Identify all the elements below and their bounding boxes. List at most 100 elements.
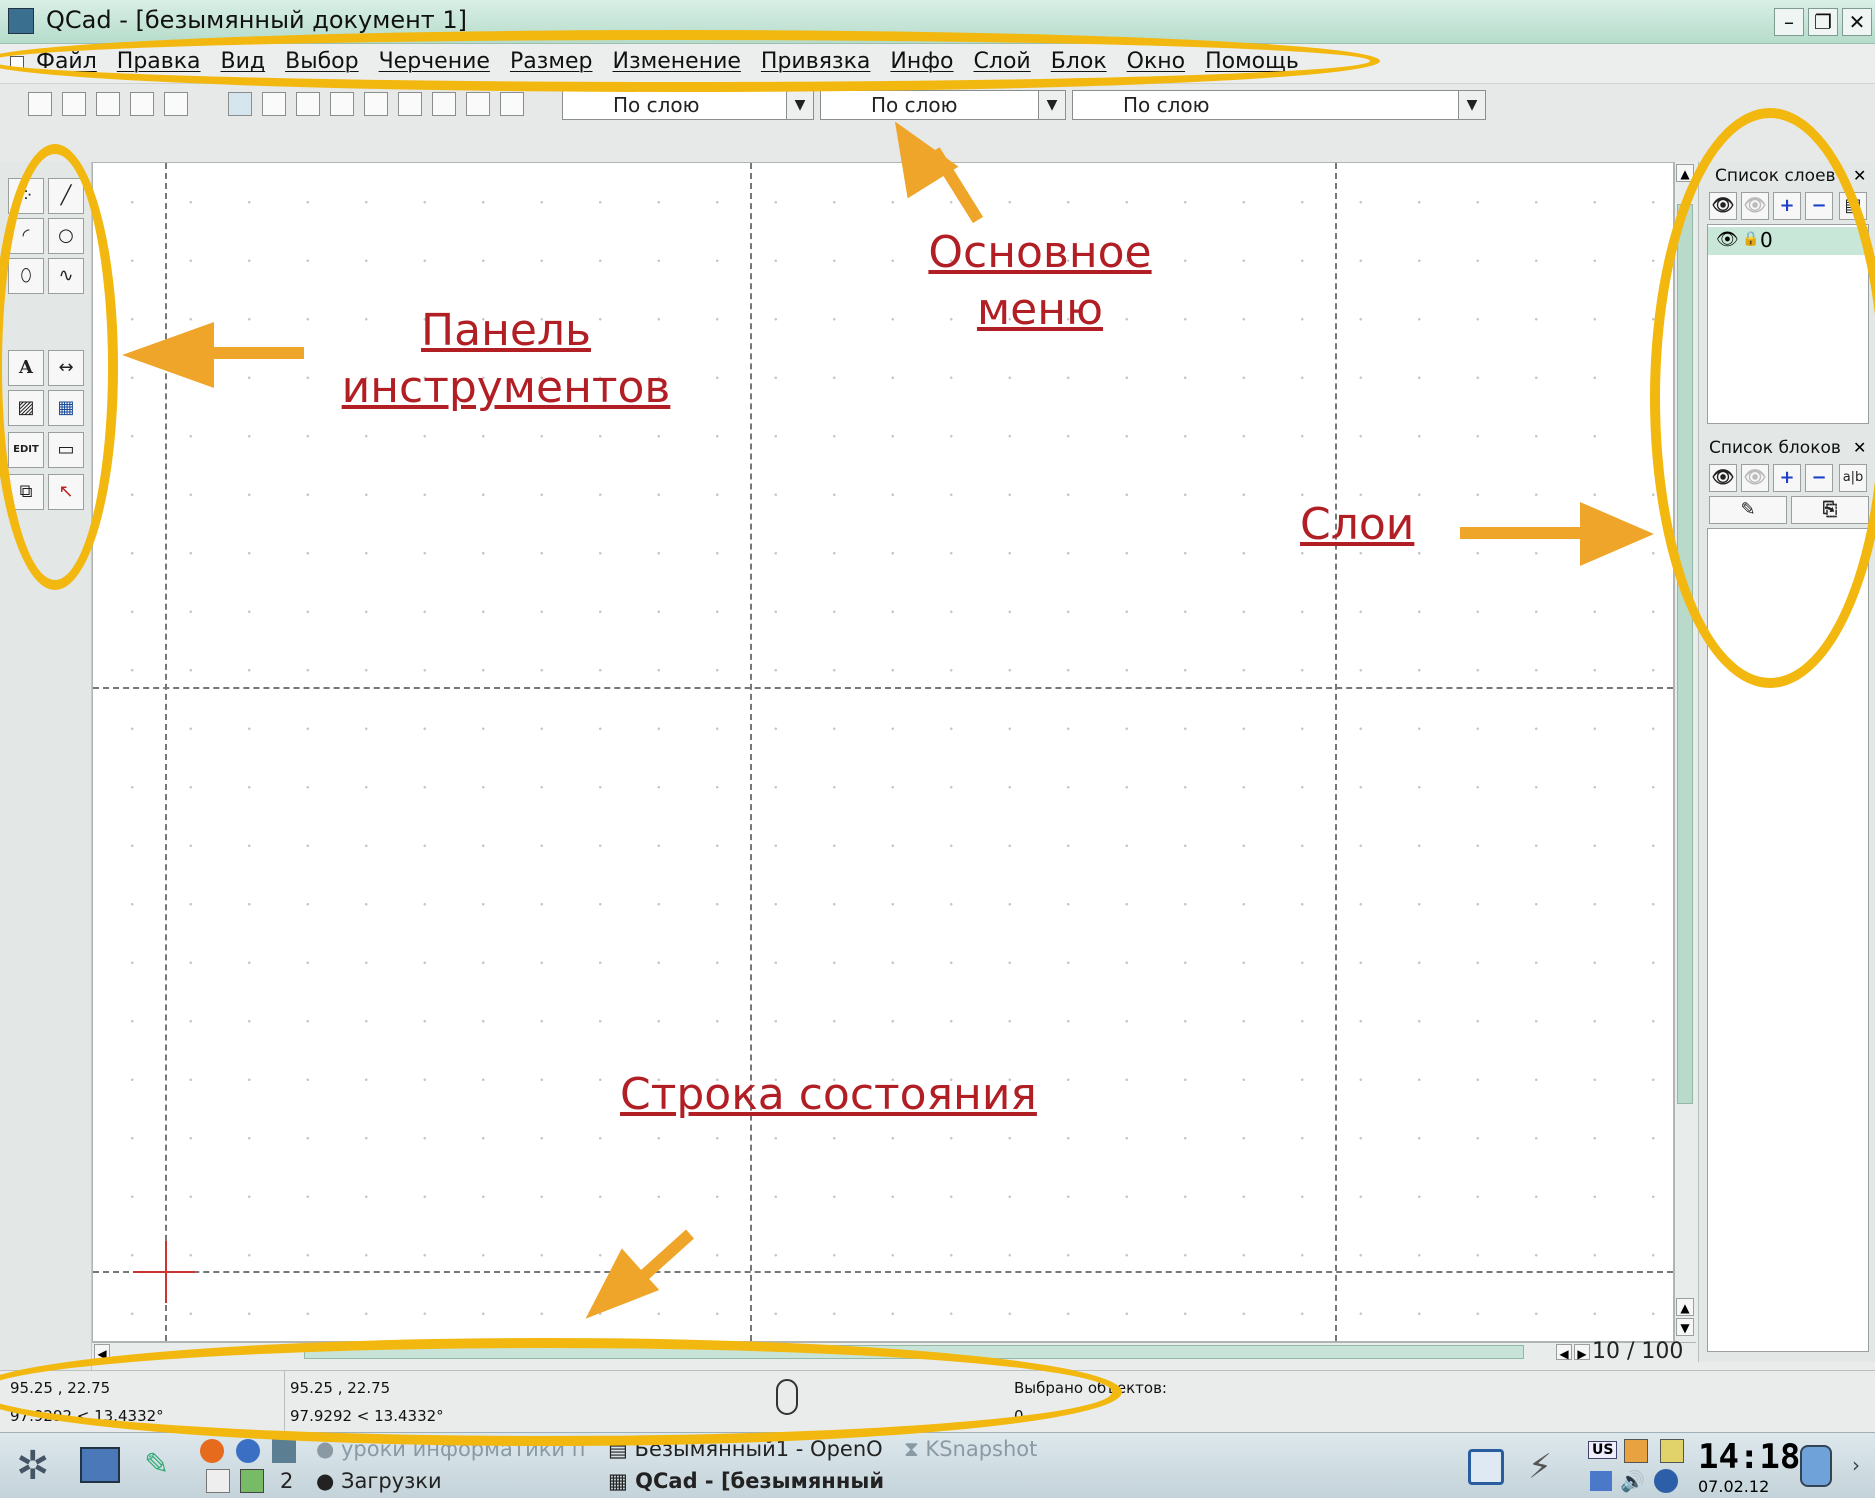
menu-file[interactable]: Файл — [36, 49, 97, 74]
edit-block-icon[interactable]: ✎ — [1709, 496, 1787, 524]
vertical-scrollbar[interactable]: ▲ ▲ ▼ — [1674, 162, 1696, 1342]
browser-icon[interactable] — [236, 1439, 260, 1463]
edit-tool-icon[interactable]: EDIT — [8, 432, 44, 468]
save-file-icon[interactable] — [96, 92, 120, 116]
zoom-in-icon[interactable] — [330, 92, 354, 116]
text-tool-icon[interactable]: A — [8, 350, 44, 386]
pager-icon[interactable] — [240, 1469, 264, 1493]
edit-layer-icon[interactable]: ▤ — [1839, 192, 1867, 220]
lock-icon[interactable]: 🔒 — [1742, 231, 1759, 247]
menu-view[interactable]: Вид — [221, 49, 266, 74]
desktop-number[interactable]: 2 — [280, 1469, 293, 1493]
print-preview-icon[interactable] — [164, 92, 188, 116]
firefox-icon[interactable] — [200, 1439, 224, 1463]
new-file-icon[interactable] — [28, 92, 52, 116]
close-button[interactable]: ✕ — [1842, 8, 1872, 36]
scroll-down-icon[interactable]: ▼ — [1676, 1318, 1694, 1336]
close-icon[interactable]: ✕ — [1853, 438, 1866, 457]
line-tool-icon[interactable]: ╱ — [48, 178, 84, 214]
hatch-tool-icon[interactable]: ▨ — [8, 390, 44, 426]
restore-button[interactable]: ❐ — [1808, 8, 1838, 36]
open-file-icon[interactable] — [62, 92, 86, 116]
draft-mode-icon[interactable] — [262, 92, 286, 116]
zoom-out-icon[interactable] — [364, 92, 388, 116]
line-type-select[interactable]: По слою ▼ — [1072, 90, 1486, 120]
update-icon[interactable] — [1654, 1469, 1678, 1493]
horizontal-scrollbar[interactable]: ◀ ◀ ▶ 10 / 100 — [92, 1339, 1696, 1364]
zoom-pan-icon[interactable] — [500, 92, 524, 116]
close-icon[interactable]: ✕ — [1853, 166, 1866, 185]
measure-tool-icon[interactable]: ▭ — [48, 432, 84, 468]
taskbar-item-qcad[interactable]: ▦ QCad - [безымянный — [608, 1469, 898, 1493]
menu-window[interactable]: Окно — [1127, 49, 1185, 74]
remove-layer-icon[interactable]: − — [1805, 192, 1833, 220]
menu-info[interactable]: Инфо — [890, 49, 953, 74]
chevron-right-icon[interactable]: › — [1852, 1453, 1860, 1477]
horizontal-scroll-thumb[interactable] — [304, 1345, 1524, 1359]
edit-icon[interactable]: ✎ — [144, 1447, 169, 1482]
menu-snap[interactable]: Привязка — [761, 49, 870, 74]
taskbar-item-openoffice[interactable]: ▤ Безымянный1 - OpenO — [608, 1437, 898, 1461]
hide-all-blocks-icon[interactable]: 👁 — [1741, 464, 1769, 492]
remove-block-icon[interactable]: − — [1805, 464, 1833, 492]
computer-icon[interactable] — [80, 1447, 120, 1483]
menu-help[interactable]: Помощь — [1205, 49, 1299, 74]
menu-draw[interactable]: Черчение — [379, 49, 490, 74]
insert-block-icon[interactable]: ⎘ — [1791, 496, 1869, 524]
taskbar-item-browser[interactable]: ● уроки информатики п — [316, 1437, 602, 1461]
select-tool-icon[interactable]: ↖ — [48, 474, 84, 510]
kde-menu-icon[interactable]: ✲ — [16, 1443, 50, 1489]
pen-color-select[interactable]: По слою ▼ — [562, 90, 814, 120]
print-icon[interactable] — [130, 92, 154, 116]
show-all-layers-icon[interactable]: 👁 — [1709, 192, 1737, 220]
taskbar-item-ksnapshot[interactable]: ⧗ KSnapshot — [904, 1437, 1037, 1462]
trash-icon[interactable] — [1800, 1445, 1832, 1487]
volume-icon[interactable]: 🔊 — [1620, 1469, 1645, 1493]
grid-toggle-icon[interactable] — [228, 92, 252, 116]
notes-tray-icon[interactable] — [1660, 1439, 1684, 1463]
scroll-left-icon[interactable]: ◀ — [94, 1344, 110, 1361]
spline-tool-icon[interactable]: ∿ — [48, 258, 84, 294]
arc-tool-icon[interactable]: ◜ — [8, 218, 44, 254]
menu-block[interactable]: Блок — [1051, 49, 1107, 74]
image-tool-icon[interactable]: ▦ — [48, 390, 84, 426]
circle-tool-icon[interactable]: ○ — [48, 218, 84, 254]
show-all-blocks-icon[interactable]: 👁 — [1709, 464, 1737, 492]
scroll-up-icon[interactable]: ▲ — [1676, 164, 1694, 182]
line-width-select[interactable]: По слою ▼ — [820, 90, 1066, 120]
qcad-app-icon[interactable] — [8, 8, 34, 34]
block-tool-icon[interactable]: ⧉ — [8, 474, 44, 510]
menu-select[interactable]: Выбор — [285, 49, 358, 74]
qcad-icon[interactable] — [272, 1439, 296, 1463]
keyboard-layout-icon[interactable]: US — [1588, 1441, 1618, 1459]
rename-block-icon[interactable]: a|b — [1839, 464, 1867, 492]
scroll-left-icon[interactable]: ◀ — [1556, 1344, 1572, 1361]
points-tool-icon[interactable]: ⁘ — [8, 178, 44, 214]
notes-icon[interactable] — [206, 1469, 230, 1493]
vertical-scroll-thumb[interactable] — [1677, 204, 1693, 1104]
scroll-up-icon[interactable]: ▲ — [1676, 1298, 1694, 1316]
menu-modify[interactable]: Изменение — [612, 49, 740, 74]
eye-icon[interactable]: 👁 — [1716, 229, 1739, 250]
hide-all-layers-icon[interactable]: 👁 — [1741, 192, 1769, 220]
zoom-auto-icon[interactable] — [398, 92, 422, 116]
scroll-right-icon[interactable]: ▶ — [1574, 1344, 1590, 1361]
dimension-tool-icon[interactable]: ↔ — [48, 350, 84, 386]
network-icon[interactable]: ⚡ — [1528, 1447, 1552, 1487]
layer-row[interactable]: 👁 🔒 0 — [1708, 227, 1868, 255]
zoom-previous-icon[interactable] — [432, 92, 456, 116]
document-menu-icon[interactable] — [10, 56, 24, 70]
add-block-icon[interactable]: + — [1773, 464, 1801, 492]
network-tray-icon[interactable] — [1590, 1471, 1612, 1491]
add-layer-icon[interactable]: + — [1773, 192, 1801, 220]
menu-layer[interactable]: Слой — [974, 49, 1031, 74]
menu-dimension[interactable]: Размер — [510, 49, 593, 74]
save-icon[interactable] — [1468, 1449, 1504, 1485]
clipboard-icon[interactable] — [1624, 1439, 1648, 1463]
minimize-button[interactable]: – — [1774, 8, 1804, 36]
zoom-window-icon[interactable] — [466, 92, 490, 116]
ellipse-tool-icon[interactable]: ⬯ — [8, 258, 44, 294]
redraw-icon[interactable] — [296, 92, 320, 116]
menu-edit[interactable]: Правка — [117, 49, 201, 74]
taskbar-item-downloads[interactable]: ● Загрузки — [316, 1469, 442, 1493]
